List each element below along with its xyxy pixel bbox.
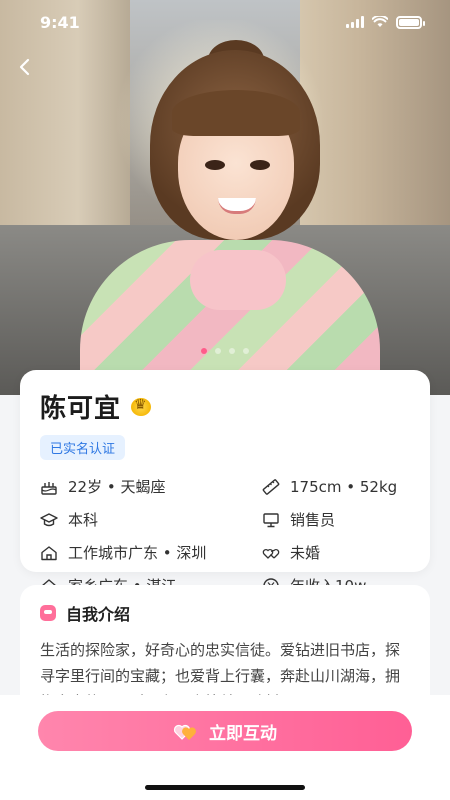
bottom-bar: 立即互动	[0, 695, 450, 800]
eye-left	[205, 160, 225, 170]
detail-marital-status: 未婚	[262, 542, 412, 563]
detail-text: 175cm • 52kg	[290, 477, 398, 496]
home-indicator	[145, 785, 305, 790]
home-icon	[40, 544, 58, 562]
photo-pager[interactable]	[0, 348, 450, 354]
hearts-icon	[262, 544, 280, 562]
name-row: 陈可宜	[40, 388, 410, 425]
profile-details: 22岁 • 天蝎座 175cm • 52kg 本科 销售员 工作城市广东 • 深…	[40, 476, 410, 596]
detail-text: 销售员	[290, 511, 336, 529]
pager-dot[interactable]	[201, 348, 207, 354]
graduation-cap-icon	[40, 511, 58, 529]
intro-icon	[40, 605, 56, 621]
detail-occupation: 销售员	[262, 509, 412, 530]
intro-header: 自我介绍	[40, 601, 410, 625]
monitor-icon	[262, 511, 280, 529]
wifi-icon	[372, 16, 388, 27]
vip-crown-icon	[131, 397, 152, 416]
bangs	[172, 90, 300, 136]
profile-name: 陈可宜	[40, 394, 122, 424]
profile-card: 陈可宜 已实名认证 22岁 • 天蝎座 175cm • 52kg 本科	[20, 370, 430, 595]
status-icons	[346, 15, 425, 29]
eye-right	[250, 160, 270, 170]
verified-badge: 已实名认证	[40, 435, 126, 460]
detail-age: 22岁 • 天蝎座	[40, 476, 262, 497]
detail-text: 未婚	[290, 544, 321, 562]
interact-button[interactable]: 立即互动	[38, 711, 412, 751]
detail-work-city: 工作城市广东 • 深圳	[40, 542, 262, 563]
hands	[190, 250, 286, 310]
detail-height-weight: 175cm • 52kg	[262, 476, 412, 497]
photo-person	[80, 40, 380, 395]
detail-text: 22岁 • 天蝎座	[68, 478, 166, 496]
back-button[interactable]	[14, 56, 36, 78]
profile-photo[interactable]	[0, 0, 450, 395]
status-time: 9:41	[40, 12, 80, 32]
detail-text: 工作城市广东 • 深圳	[68, 544, 207, 562]
signal-icon	[346, 16, 364, 28]
battery-icon	[396, 15, 425, 29]
chevron-left-icon	[19, 58, 30, 76]
pager-dot[interactable]	[243, 348, 249, 354]
pager-dot[interactable]	[229, 348, 235, 354]
ruler-icon	[262, 478, 280, 496]
pager-dot[interactable]	[215, 348, 221, 354]
detail-text: 本科	[68, 511, 99, 529]
detail-education: 本科	[40, 509, 262, 530]
interact-button-label: 立即互动	[209, 723, 277, 744]
status-bar: 9:41	[0, 0, 450, 44]
cake-icon	[40, 478, 58, 496]
heart-icon	[173, 720, 199, 742]
intro-title: 自我介绍	[66, 605, 131, 624]
